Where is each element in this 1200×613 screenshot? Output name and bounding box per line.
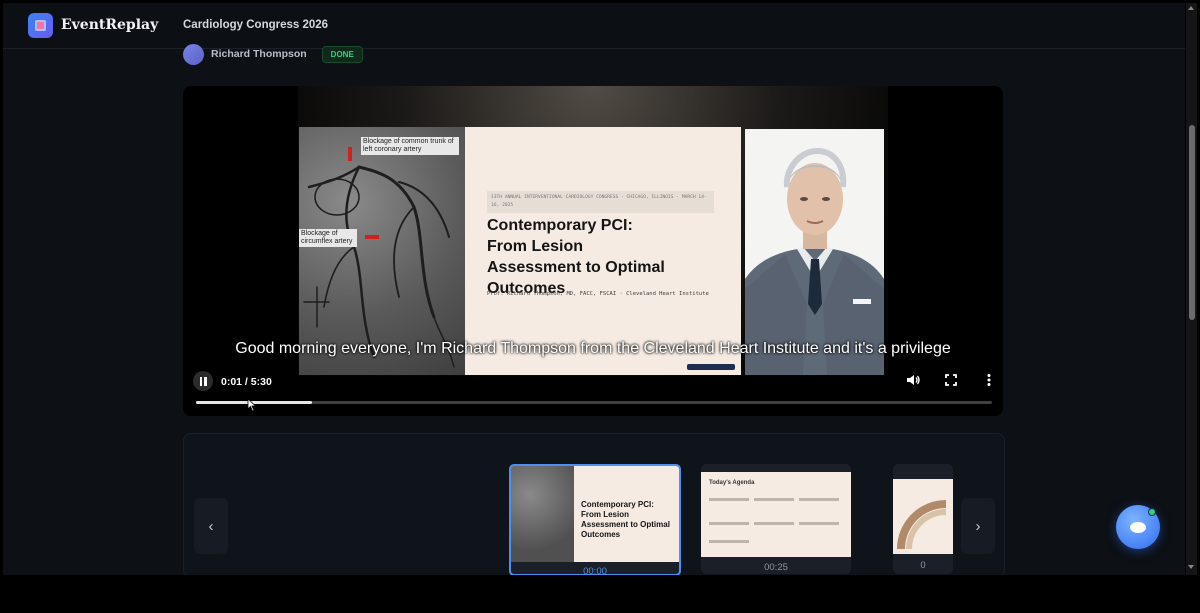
thumbnail-time: 00:25 [764,562,788,573]
thumbnail-slide [893,479,953,554]
thumbnail-slide: Today's Agenda [701,472,851,557]
agenda-item [754,522,794,525]
agenda-item [754,498,794,501]
agenda-item [709,498,749,501]
thumbnail[interactable]: Today's Agenda 00:25 [701,464,851,574]
agenda-item [709,540,749,543]
pause-bar-right [204,376,207,386]
annotation-bottom: Blockage of circumflex artery [299,229,357,247]
thumbnail[interactable]: 0 [893,464,953,574]
pause-bar-left [199,376,202,386]
timeline-next-button[interactable]: › [961,498,995,554]
progress-bar[interactable] [196,401,992,404]
video-player[interactable]: Blockage of common trunk of left coronar… [183,86,1003,416]
annotation-top: Blockage of common trunk of left coronar… [361,137,459,155]
agenda-title: Today's Agenda [709,480,755,486]
fullscreen-glyph [945,374,957,386]
event-title: Cardiology Congress 2026 [183,19,329,31]
agenda-item [799,498,839,501]
video-caption: Good morning everyone, I'm Richard Thomp… [235,340,951,357]
scrollbar-thumb[interactable] [1189,125,1195,320]
thumbnail-title-line: From Lesion [581,510,630,519]
status-badge: DONE [321,45,363,63]
cursor-glyph [247,398,257,412]
speaker-row: Richard Thompson DONE [183,43,363,65]
logo-glyph [35,20,46,31]
page-scrollbar[interactable] [1186,3,1197,575]
brand-name[interactable]: EventReplay [61,17,158,33]
slide-footer-bar [687,364,735,370]
thumbnail-time: 00:00 [583,566,607,575]
pause-icon[interactable] [193,371,213,391]
thumbnail-time: 0 [920,560,926,571]
fullscreen-icon[interactable] [943,372,959,388]
slide-subtitle: Prof. Richard Thompson, MD, FACC, FSCAI … [487,291,709,297]
volume-icon[interactable] [905,372,921,388]
app-window: EventReplay Cardiology Congress 2026 Ric… [3,3,1185,575]
slide-title-line: Contemporary PCI: [487,217,633,234]
scroll-down-icon[interactable] [1188,565,1194,569]
mouse-cursor-icon [247,398,257,417]
presentation-slide: Blockage of common trunk of left coronar… [299,127,741,375]
chat-assistant-button[interactable] [1116,505,1160,549]
volume-glyph [907,375,920,385]
slide-title-line: From Lesion [487,238,584,255]
presenter-figure [745,147,884,375]
thumbnail-active[interactable]: Contemporary PCI: From Lesion Assessment… [509,464,681,575]
top-bar: EventReplay Cardiology Congress 2026 [3,3,1185,49]
avatar [183,43,204,65]
slide-title-line: Assessment to Optimal [487,259,665,276]
thumbnail-title-line: Contemporary PCI: [581,500,654,509]
thumbnail-angiogram [511,466,574,562]
thumbnail-title-line: Assessment to Optimal [581,520,670,529]
agenda-item [709,522,749,525]
scroll-up-icon[interactable] [1188,6,1194,10]
slide-conference-tag: 13TH ANNUAL INTERVENTIONAL CARDIOLOGY CO… [487,191,714,213]
slide-timeline: ‹ › Contemporary PCI: From Lesion Assess… [183,433,1005,575]
annotation-arrow-bottom [365,235,379,239]
more-glyph [987,374,991,386]
thumbnail-title-line: Outcomes [581,530,621,539]
thumbnail-title: Contemporary PCI: From Lesion Assessment… [581,500,670,540]
chat-bubble-icon [1130,521,1146,533]
angiogram-vessels [303,165,455,368]
annotation-arrow-top [348,147,352,161]
online-indicator [1148,508,1156,516]
app-logo-icon[interactable] [28,13,53,38]
slide-title: Contemporary PCI: From Lesion Assessment… [487,215,727,299]
thumbnail-slide: Contemporary PCI: From Lesion Assessment… [511,466,679,562]
presenter-video [745,129,884,375]
timeline-prev-button[interactable]: ‹ [194,498,228,554]
speaker-name: Richard Thompson [211,48,307,60]
agenda-item [799,522,839,525]
time-display: 0:01 / 5:30 [221,376,272,388]
thumbnail-diagram [897,500,947,550]
more-vertical-icon[interactable] [981,372,997,388]
angiogram-image: Blockage of common trunk of left coronar… [299,127,465,375]
